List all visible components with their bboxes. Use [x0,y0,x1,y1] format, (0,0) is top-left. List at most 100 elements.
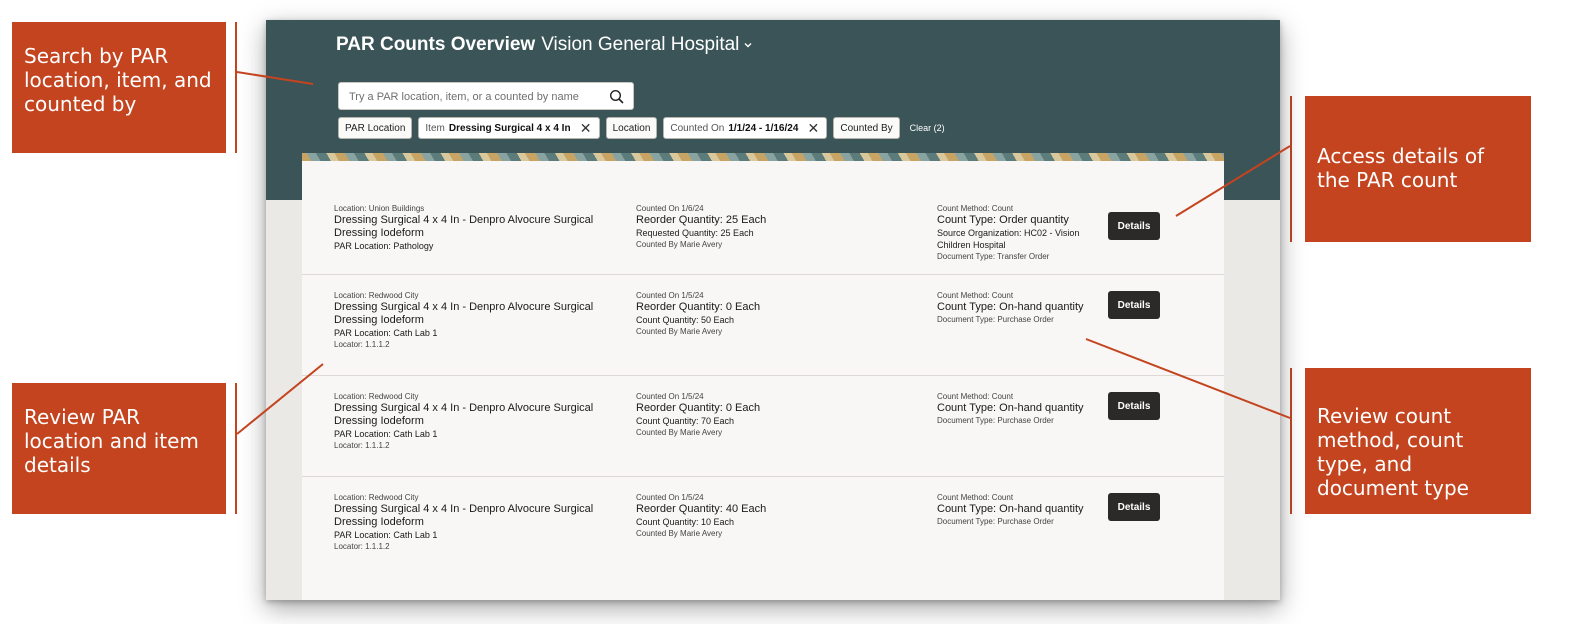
callout-search-text: Search by PAR location, item, and counte… [24,44,212,116]
callout-divider [235,22,237,153]
list-item: Location: Redwood City Dressing Surgical… [302,274,1224,376]
filter-location[interactable]: Location [605,117,658,139]
details-button[interactable]: Details [1108,212,1160,240]
chevron-down-icon [743,38,753,53]
item-name: Dressing Surgical 4 x 4 In - Denpro Alvo… [334,503,594,528]
filter-item[interactable]: Item Dressing Surgical 4 x 4 In ✕ [418,117,600,139]
document-type-text: Document Type: Purchase Order [937,517,1054,526]
method-column: Count Method: Count Count Type: Order qu… [937,203,1097,262]
count-type-text: Count Type: On-hand quantity [937,301,1084,313]
org-name: Vision General Hospital [541,34,740,55]
method-column: Count Method: Count Count Type: On-hand … [937,391,1097,426]
locator-text: Locator: 1.1.1.2 [334,542,390,551]
details-button[interactable]: Details [1108,493,1160,521]
counted-on-text: Counted On 1/6/24 [636,204,704,213]
count-column: Counted On 1/5/24 Reorder Quantity: 0 Ea… [636,391,916,438]
filter-par-location-label: PAR Location [345,122,406,134]
filter-item-value: Dressing Surgical 4 x 4 In [448,122,571,134]
filter-counted-on-label: Counted On [670,122,725,134]
count-method-text: Count Method: Count [937,392,1014,401]
count-column: Counted On 1/5/24 Reorder Quantity: 40 E… [636,492,916,539]
page-title: PAR Counts Overview Vision General Hospi… [336,34,753,56]
par-location-text: PAR Location: Cath Lab 1 [334,530,438,540]
item-name: Dressing Surgical 4 x 4 In - Denpro Alvo… [334,214,594,239]
callout-divider [1290,96,1292,242]
count-type-text: Count Type: Order quantity [937,214,1069,226]
item-column: Location: Redwood City Dressing Surgical… [334,290,624,350]
reorder-quantity: Reorder Quantity: 25 Each [636,214,767,226]
list-item: Location: Union Buildings Dressing Surgi… [302,161,1224,275]
item-column: Location: Redwood City Dressing Surgical… [334,391,624,451]
locator-text: Locator: 1.1.1.2 [334,340,390,349]
filter-counted-on-value: 1/1/24 - 1/16/24 [728,122,799,134]
callout-review-location: Review PAR location and item details [12,383,226,514]
document-type-text: Document Type: Purchase Order [937,416,1054,425]
filter-counted-on[interactable]: Counted On 1/1/24 - 1/16/24 ✕ [663,117,828,139]
quantity-text: Count Quantity: 50 Each [636,315,735,325]
count-method-text: Count Method: Count [937,204,1014,213]
reorder-quantity: Reorder Quantity: 0 Each [636,402,761,414]
location-text: Location: Redwood City [334,291,419,300]
reorder-quantity: Reorder Quantity: 0 Each [636,301,761,313]
locator-text: Locator: 1.1.1.2 [334,441,390,450]
source-organization-text: Source Organization: HC02 - Vision Child… [937,228,1080,250]
search-box [338,82,634,111]
callout-divider [1290,368,1292,514]
count-type-text: Count Type: On-hand quantity [937,402,1084,414]
counted-on-text: Counted On 1/5/24 [636,392,704,401]
par-location-text: PAR Location: Pathology [334,241,434,251]
list-item: Location: Redwood City Dressing Surgical… [302,375,1224,477]
callout-review-location-text: Review PAR location and item details [24,405,199,477]
location-text: Location: Redwood City [334,392,419,401]
location-text: Location: Union Buildings [334,204,425,213]
par-location-text: PAR Location: Cath Lab 1 [334,328,438,338]
reorder-quantity: Reorder Quantity: 40 Each [636,503,767,515]
item-name: Dressing Surgical 4 x 4 In - Denpro Alvo… [334,301,594,326]
count-column: Counted On 1/6/24 Reorder Quantity: 25 E… [636,203,916,250]
document-type-text: Document Type: Transfer Order [937,252,1050,261]
item-column: Location: Redwood City Dressing Surgical… [334,492,624,552]
details-button[interactable]: Details [1108,291,1160,319]
app-window: PAR Counts Overview Vision General Hospi… [266,20,1280,600]
counted-by-text: Counted By Marie Avery [636,529,723,538]
search-input[interactable] [347,83,601,111]
location-text: Location: Redwood City [334,493,419,502]
callout-details-text: Access details of the PAR count [1317,144,1485,192]
quantity-text: Count Quantity: 70 Each [636,416,735,426]
par-count-list: Location: Union Buildings Dressing Surgi… [302,161,1224,600]
quantity-text: Requested Quantity: 25 Each [636,228,754,238]
list-item: Location: Redwood City Dressing Surgical… [302,476,1224,577]
filter-counted-by-label: Counted By [840,122,893,134]
method-column: Count Method: Count Count Type: On-hand … [937,290,1097,325]
count-column: Counted On 1/5/24 Reorder Quantity: 0 Ea… [636,290,916,337]
page-title-text: PAR Counts Overview [336,34,536,55]
count-type-text: Count Type: On-hand quantity [937,503,1084,515]
org-selector[interactable]: Vision General Hospital [541,34,753,56]
search-icon[interactable] [609,89,625,105]
callout-details: Access details of the PAR count [1305,96,1531,242]
close-icon[interactable]: ✕ [806,120,820,137]
filter-location-label: Location [612,122,651,134]
filter-par-location[interactable]: PAR Location [338,117,413,139]
counted-by-text: Counted By Marie Avery [636,327,723,336]
callout-divider [235,383,237,514]
counted-by-text: Counted By Marie Avery [636,428,723,437]
details-button[interactable]: Details [1108,392,1160,420]
filter-counted-by[interactable]: Counted By [833,117,900,139]
filter-item-label: Item [425,122,445,134]
counted-on-text: Counted On 1/5/24 [636,493,704,502]
callout-review-count-text: Review count method, count type, and doc… [1317,404,1469,500]
item-name: Dressing Surgical 4 x 4 In - Denpro Alvo… [334,402,594,427]
par-location-text: PAR Location: Cath Lab 1 [334,429,438,439]
count-method-text: Count Method: Count [937,493,1014,502]
close-icon[interactable]: ✕ [579,120,593,137]
quantity-text: Count Quantity: 10 Each [636,517,735,527]
callout-review-count: Review count method, count type, and doc… [1305,368,1531,514]
filter-bar: PAR Location Item Dressing Surgical 4 x … [338,117,945,139]
clear-filters-link[interactable]: Clear (2) [910,123,945,133]
counted-by-text: Counted By Marie Avery [636,240,723,249]
callout-search: Search by PAR location, item, and counte… [12,22,226,153]
item-column: Location: Union Buildings Dressing Surgi… [334,203,624,252]
counted-on-text: Counted On 1/5/24 [636,291,704,300]
document-type-text: Document Type: Purchase Order [937,315,1054,324]
